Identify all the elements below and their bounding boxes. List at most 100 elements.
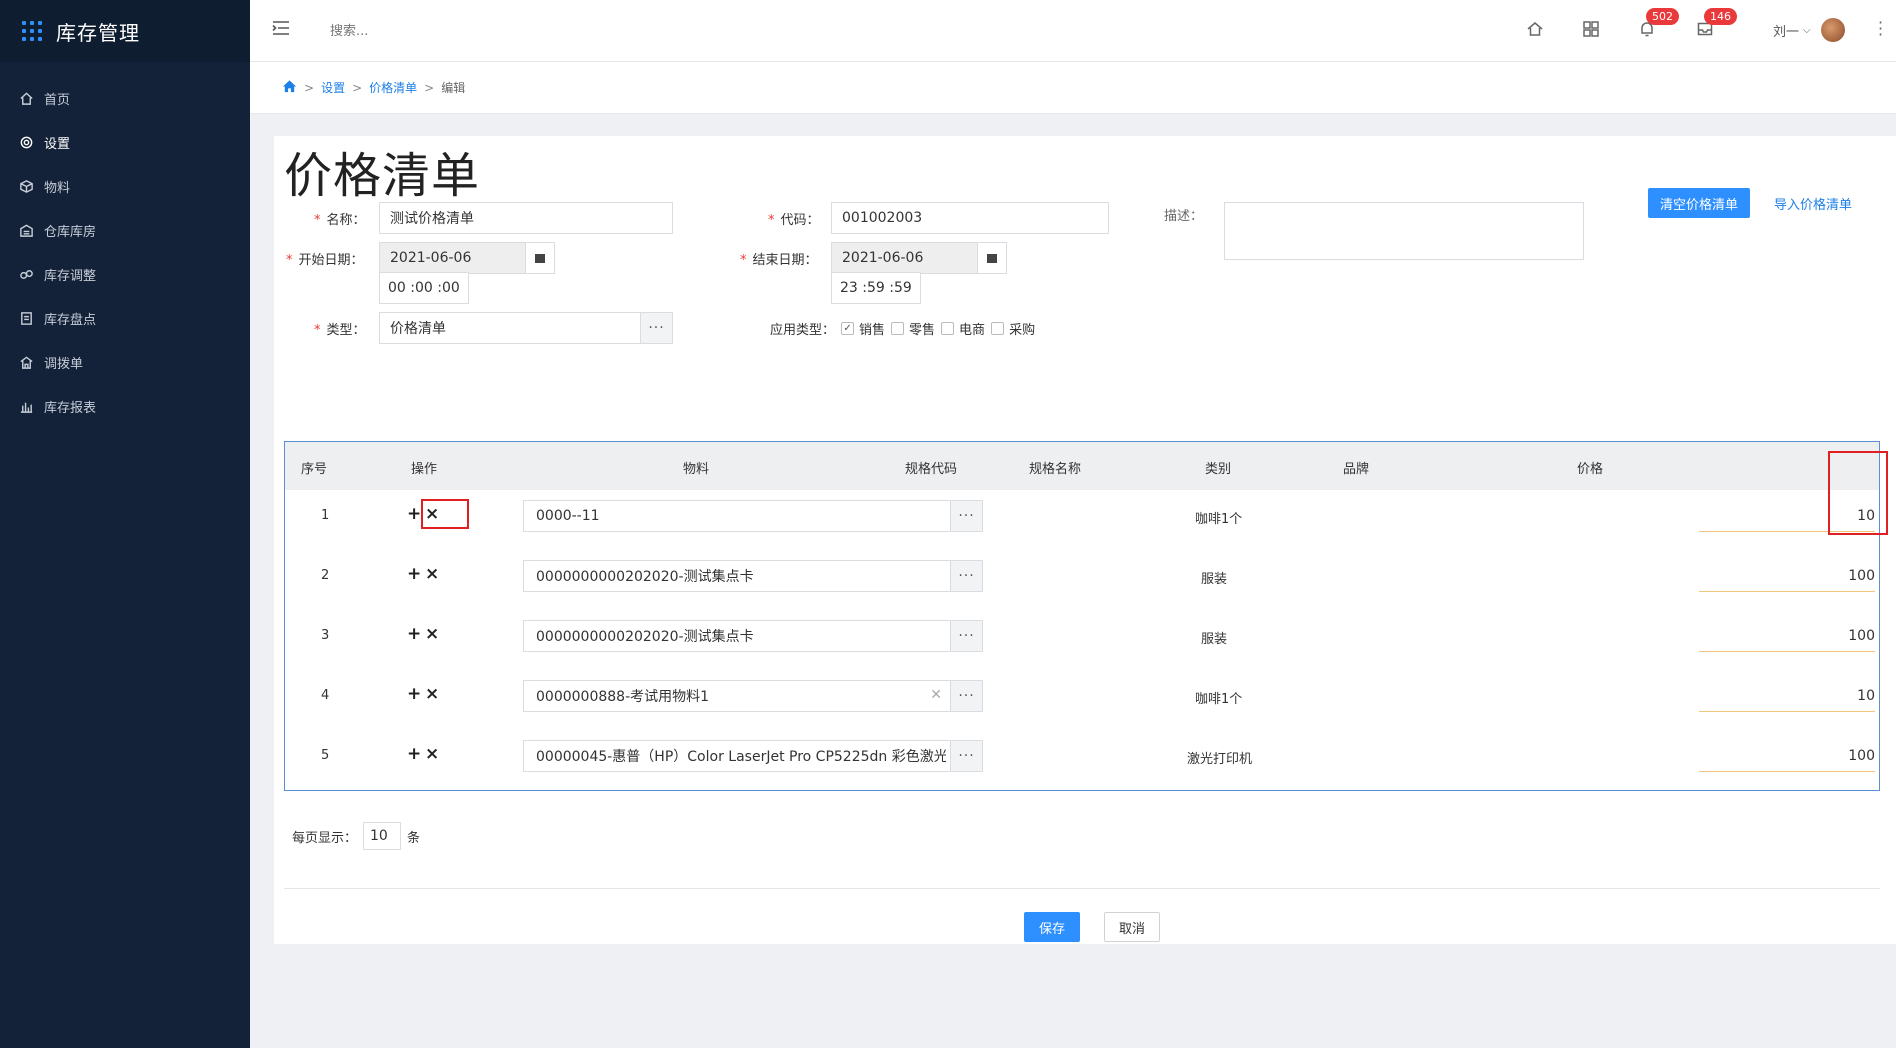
calendar-icon[interactable] — [525, 242, 555, 274]
end-date-label: * 结束日期： — [740, 253, 818, 268]
header-spec-code: 规格代码 — [905, 462, 958, 477]
description-textarea[interactable] — [1224, 202, 1584, 260]
edit-card: 价格清单 清空价格清单 导入价格清单 * 名称： 测试价格清单 * 代码： 0010… — [274, 136, 1896, 944]
sidebar-item-stocktake[interactable]: 库存盘点 — [0, 296, 250, 340]
sidebar: 库存管理 首页 设置 物料 仓库库房 库存调整 库存盘点 调拨单 库存报表 — [0, 0, 250, 1048]
table-row: 3 + × 0000000000202020-测试集点卡 ··· 服装 100 — [285, 610, 1879, 670]
purchase-checkbox[interactable] — [991, 322, 1005, 335]
delete-row-icon[interactable]: × — [425, 744, 439, 764]
highlight-price-box — [1828, 451, 1888, 535]
start-date-field[interactable]: 2021-06-06 — [379, 242, 527, 274]
price-field[interactable]: 10 — [1699, 680, 1875, 712]
material-field[interactable]: 0000--11 ··· — [523, 500, 983, 532]
table-header: 序号 操作 物料 规格代码 规格名称 类别 品牌 价格 — [285, 442, 1879, 490]
material-field[interactable]: 00000045-惠普（HP）Color LaserJet Pro CP5225… — [523, 740, 983, 772]
menu-toggle-icon[interactable] — [272, 20, 290, 36]
cancel-button[interactable]: 取消 — [1104, 912, 1160, 942]
sidebar-item-label: 库存报表 — [44, 400, 97, 416]
calendar-icon[interactable] — [977, 242, 1007, 274]
more-horizontal-icon[interactable]: ··· — [950, 501, 982, 531]
table-row: 4 + × 0000000888-考试用物料1 ✕ ··· 咖啡1个 10 — [285, 670, 1879, 730]
sidebar-item-home[interactable]: 首页 — [0, 76, 250, 120]
page-size: 每页显示： 10 条 — [292, 822, 420, 850]
table-row: 2 + × 0000000000202020-测试集点卡 ··· 服装 100 — [285, 550, 1879, 610]
import-price-list-link[interactable]: 导入价格清单 — [1774, 194, 1852, 213]
add-row-icon[interactable]: + — [407, 624, 421, 644]
home-icon — [18, 90, 34, 106]
brand: 库存管理 — [0, 0, 250, 62]
sidebar-item-transfer[interactable]: 调拨单 — [0, 340, 250, 384]
page-title: 价格清单 — [284, 148, 481, 204]
add-row-icon[interactable]: + — [407, 684, 421, 704]
add-row-icon[interactable]: + — [407, 564, 421, 584]
code-field[interactable]: 001002003 — [831, 202, 1109, 234]
sidebar-item-settings[interactable]: 设置 — [0, 120, 250, 164]
apply-type-group: 应用类型： ✓ 销售 零售 电商 采购 — [770, 319, 1035, 338]
sidebar-item-label: 首页 — [44, 92, 71, 108]
app-grid-icon[interactable] — [22, 21, 42, 41]
add-row-icon[interactable]: + — [407, 504, 421, 524]
retail-checkbox[interactable] — [891, 322, 905, 335]
delete-row-icon[interactable]: × — [425, 684, 439, 704]
sidebar-item-adjustment[interactable]: 库存调整 — [0, 252, 250, 296]
price-field[interactable]: 100 — [1699, 560, 1875, 592]
save-button[interactable]: 保存 — [1024, 912, 1080, 942]
user-name: 刘一 — [1773, 24, 1800, 40]
sales-checkbox[interactable]: ✓ — [841, 322, 855, 335]
start-time-field[interactable]: 00 :00 :00 — [379, 272, 469, 304]
search-input[interactable] — [330, 18, 550, 44]
sidebar-item-label: 调拨单 — [44, 356, 84, 372]
sidebar-item-label: 物料 — [44, 180, 71, 196]
breadcrumb: > 设置 > 价格清单 > 编辑 — [250, 62, 1896, 114]
end-time-field[interactable]: 23 :59 :59 — [831, 272, 921, 304]
sidebar-nav: 首页 设置 物料 仓库库房 库存调整 库存盘点 调拨单 库存报表 — [0, 76, 250, 428]
apply-type-label: 应用类型： — [770, 323, 836, 338]
avatar[interactable] — [1820, 18, 1845, 42]
price-field[interactable]: 100 — [1699, 620, 1875, 652]
name-field[interactable]: 测试价格清单 — [379, 202, 673, 234]
header-category: 类别 — [1205, 462, 1232, 477]
user-menu[interactable]: 刘一 ⌵ — [1773, 18, 1845, 42]
notification-badge: 502 — [1646, 8, 1679, 25]
home-icon[interactable] — [1526, 20, 1546, 40]
sidebar-item-reports[interactable]: 库存报表 — [0, 384, 250, 428]
sidebar-item-label: 库存盘点 — [44, 312, 97, 328]
clear-price-list-button[interactable]: 清空价格清单 — [1648, 188, 1750, 218]
page-size-input[interactable]: 10 — [363, 822, 402, 850]
price-field[interactable]: 100 — [1699, 740, 1875, 772]
sidebar-item-materials[interactable]: 物料 — [0, 164, 250, 208]
home-icon[interactable] — [282, 79, 297, 97]
more-vertical-icon[interactable]: · · · — [1878, 15, 1883, 43]
gear-icon — [18, 134, 34, 150]
inbox-icon[interactable]: 146 — [1696, 8, 1737, 40]
delete-row-icon[interactable]: × — [425, 564, 439, 584]
type-field[interactable]: 价格清单 ··· — [379, 312, 673, 344]
clear-icon[interactable]: ✕ — [930, 687, 942, 703]
sidebar-item-label: 库存调整 — [44, 268, 97, 284]
apps-grid-icon[interactable] — [1582, 20, 1602, 40]
breadcrumb-settings[interactable]: 设置 — [321, 79, 345, 96]
highlight-op-box — [421, 499, 469, 529]
breadcrumb-price-list[interactable]: 价格清单 — [369, 79, 417, 96]
sidebar-item-warehouse[interactable]: 仓库库房 — [0, 208, 250, 252]
sidebar-item-label: 设置 — [44, 136, 71, 152]
material-field[interactable]: 0000000888-考试用物料1 ✕ ··· — [523, 680, 983, 712]
material-field[interactable]: 0000000000202020-测试集点卡 ··· — [523, 560, 983, 592]
end-date-field[interactable]: 2021-06-06 — [831, 242, 979, 274]
more-horizontal-icon[interactable]: ··· — [640, 313, 672, 343]
price-table: 序号 操作 物料 规格代码 规格名称 类别 品牌 价格 1 + × 0000--… — [284, 441, 1880, 791]
warehouse-icon — [18, 222, 34, 238]
ecommerce-checkbox[interactable] — [941, 322, 955, 335]
more-horizontal-icon[interactable]: ··· — [950, 741, 982, 771]
add-row-icon[interactable]: + — [407, 744, 421, 764]
more-horizontal-icon[interactable]: ··· — [950, 621, 982, 651]
cube-icon — [18, 178, 34, 194]
more-horizontal-icon[interactable]: ··· — [950, 561, 982, 591]
start-date-label: * 开始日期： — [286, 253, 364, 268]
delete-row-icon[interactable]: × — [425, 624, 439, 644]
bell-icon[interactable]: 502 — [1638, 8, 1679, 40]
material-field[interactable]: 0000000000202020-测试集点卡 ··· — [523, 620, 983, 652]
header-material: 物料 — [683, 462, 710, 477]
more-horizontal-icon[interactable]: ··· — [950, 681, 982, 711]
transfer-icon — [18, 354, 34, 370]
